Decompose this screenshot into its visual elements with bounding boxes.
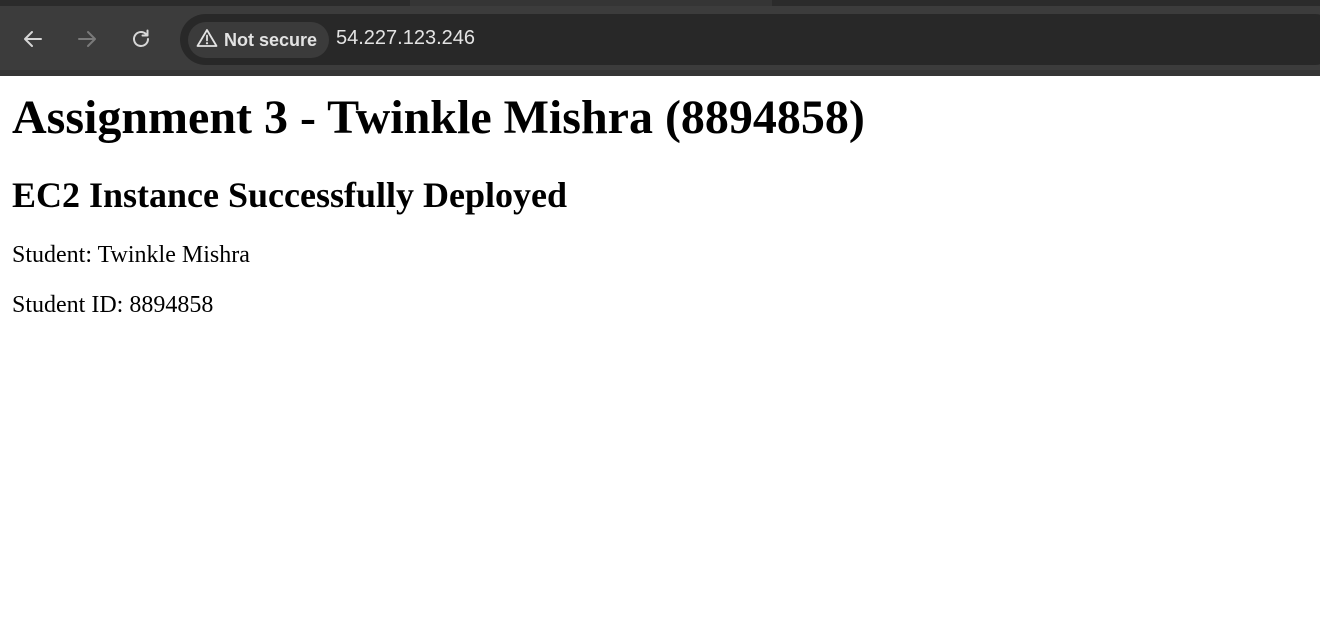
site-info-chip[interactable]: Not secure xyxy=(188,22,330,58)
forward-button[interactable] xyxy=(69,21,105,57)
address-bar[interactable]: Not secure 54.227.123.246 xyxy=(180,14,1320,65)
student-name-line: Student: Twinkle Mishra xyxy=(12,242,250,268)
reload-button[interactable] xyxy=(123,21,159,57)
page-content: Assignment 3 - Twinkle Mishra (8894858) … xyxy=(0,76,1320,319)
back-button[interactable] xyxy=(15,21,51,57)
browser-chrome: Not secure 54.227.123.246 xyxy=(0,0,1320,76)
browser-toolbar: Not secure 54.227.123.246 xyxy=(0,6,1320,76)
page-subheading: EC2 Instance Successfully Deployed xyxy=(12,175,568,215)
toolbar-surface: Not secure 54.227.123.246 xyxy=(0,6,1320,70)
reload-icon xyxy=(130,28,152,50)
url-text[interactable]: 54.227.123.246 xyxy=(336,27,475,50)
security-label: Not secure xyxy=(224,29,318,50)
student-id-line: Student ID: 8894858 xyxy=(12,292,214,318)
page-heading: Assignment 3 - Twinkle Mishra (8894858) xyxy=(12,91,865,144)
arrow-right-icon xyxy=(76,28,98,50)
arrow-left-icon xyxy=(22,28,44,50)
warning-triangle-icon xyxy=(196,28,218,53)
